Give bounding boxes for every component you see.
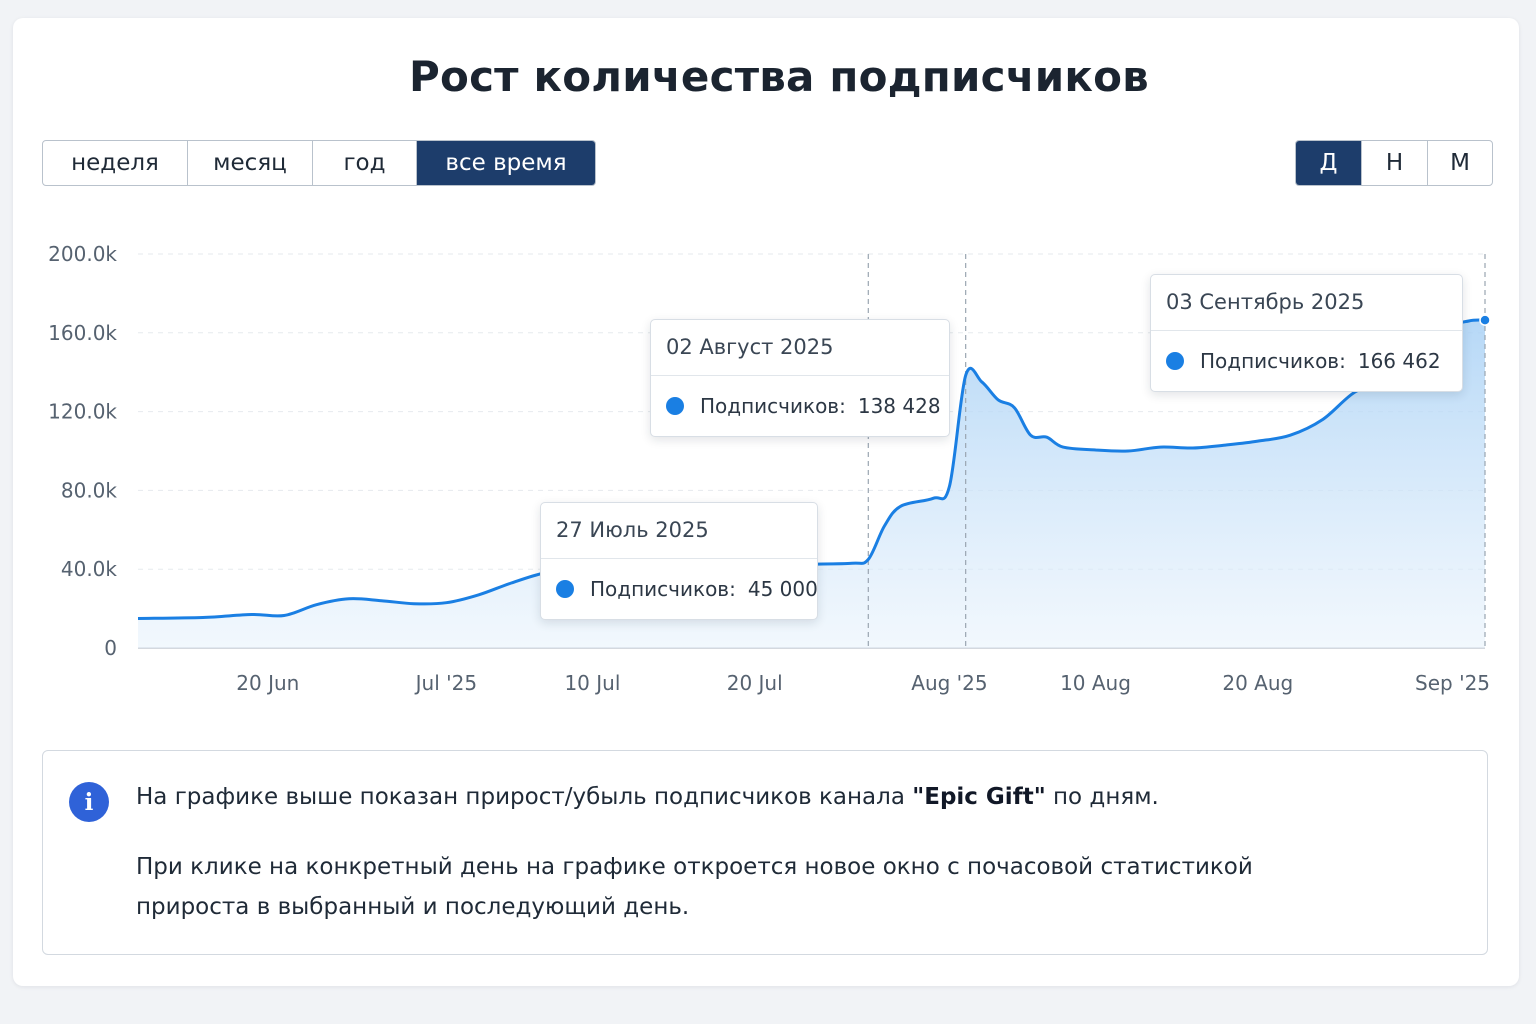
- y-tick-label: 120.0k: [48, 400, 117, 424]
- data-point-last[interactable]: [1479, 314, 1491, 326]
- tooltip-label: Подписчиков:: [700, 394, 846, 418]
- info-text-post: по дням.: [1045, 784, 1159, 810]
- info-text-pre: На графике выше показан прирост/убыль по…: [136, 784, 913, 810]
- tooltip-jul-27: 27 Июль 2025 Подписчиков: 45 000: [540, 502, 818, 620]
- x-tick-label: Jul '25: [414, 671, 477, 695]
- x-tick-label: Sep '25: [1415, 671, 1490, 695]
- y-axis: 0 40.0k 80.0k 120.0k 160.0k 200.0k: [48, 242, 117, 660]
- tooltip-label: Подписчиков:: [1200, 349, 1346, 373]
- series-dot: [1166, 352, 1184, 370]
- info-panel: i На графике выше показан прирост/убыль …: [42, 750, 1488, 955]
- tooltip-label: Подписчиков:: [590, 577, 736, 601]
- tooltip-sep-03: 03 Сентябрь 2025 Подписчиков: 166 462: [1150, 274, 1463, 392]
- x-axis: 20 Jun Jul '25 10 Jul 20 Jul Aug '25 10 Aug 20…: [236, 671, 1490, 695]
- x-tick-label: 10 Aug: [1060, 671, 1131, 695]
- y-tick-label: 160.0k: [48, 321, 117, 345]
- tooltip-aug-02: 02 Август 2025 Подписчиков: 138 428: [650, 319, 950, 437]
- tooltip-value: 138 428: [857, 394, 941, 418]
- x-tick-label: 20 Jul: [727, 671, 783, 695]
- info-text-primary: На графике выше показан прирост/убыль по…: [136, 784, 1159, 810]
- series-dot: [666, 397, 684, 415]
- tooltip-value: 45 000: [747, 577, 818, 601]
- x-tick-label: 20 Jun: [236, 671, 299, 695]
- y-tick-label: 0: [104, 636, 117, 660]
- y-tick-label: 80.0k: [61, 478, 118, 502]
- x-tick-label: 10 Jul: [564, 671, 620, 695]
- info-text-secondary: При клике на конкретный день на графике …: [136, 854, 1253, 920]
- channel-name: "Epic Gift": [912, 784, 1046, 810]
- info-icon: i: [69, 782, 109, 822]
- tooltip-date: 02 Август 2025: [651, 320, 949, 376]
- tooltip-date: 27 Июль 2025: [541, 503, 817, 559]
- x-tick-label: Aug '25: [911, 671, 987, 695]
- tooltip-date: 03 Сентябрь 2025: [1151, 275, 1462, 331]
- y-tick-label: 40.0k: [61, 557, 118, 581]
- series-dot: [556, 580, 574, 598]
- x-tick-label: 20 Aug: [1222, 671, 1293, 695]
- y-tick-label: 200.0k: [48, 242, 117, 266]
- tooltip-value: 166 462: [1357, 349, 1441, 373]
